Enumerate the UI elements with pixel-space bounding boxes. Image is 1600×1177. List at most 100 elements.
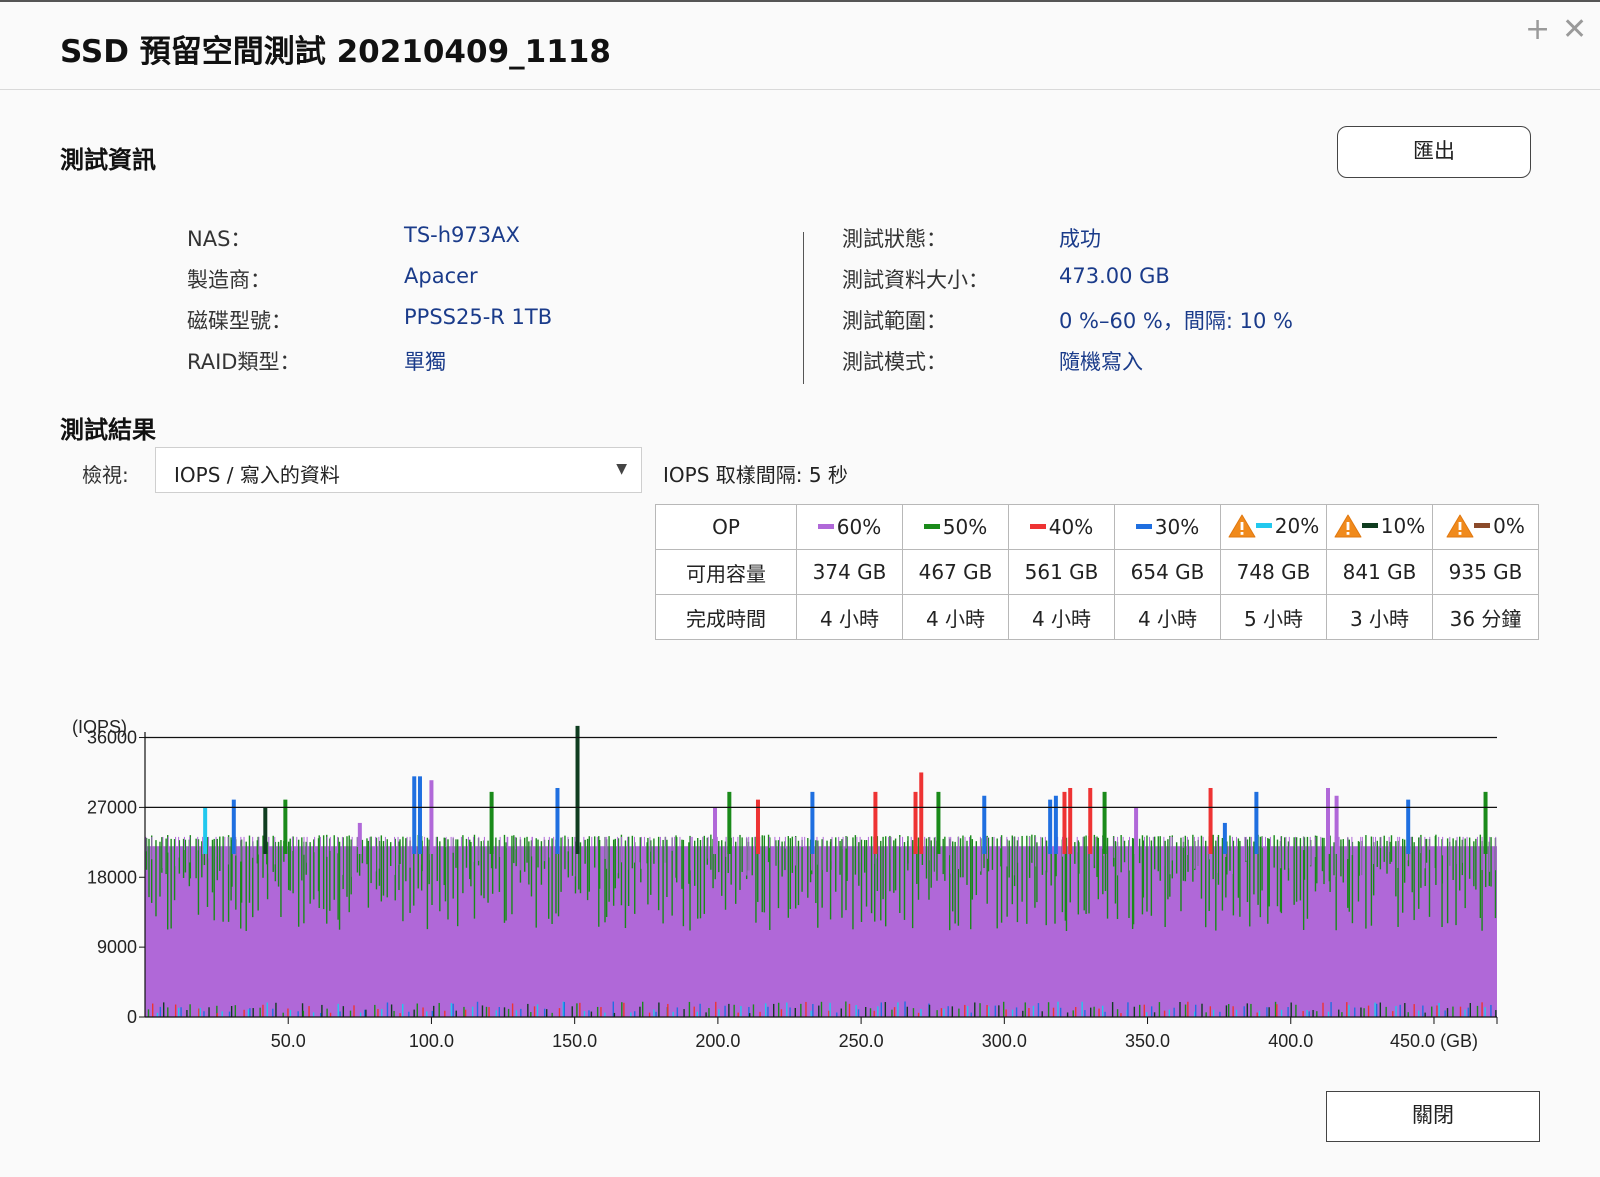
capacity-cell: 467 GB bbox=[902, 549, 1009, 595]
time-cell: 3 小時 bbox=[1326, 594, 1433, 640]
test-results-heading: 測試結果 bbox=[60, 416, 156, 444]
spike-bar bbox=[1053, 795, 1058, 854]
x-tick-label: 150.0 bbox=[552, 1031, 597, 1051]
chevron-down-icon: ▼ bbox=[616, 461, 627, 477]
x-tick-label: 350.0 bbox=[1125, 1031, 1170, 1051]
time-cell: 4 小時 bbox=[902, 594, 1009, 640]
op-summary-table: OP 60% 50% 40% 30% 20% 10% 0% 可用容量 374 G… bbox=[655, 504, 1539, 640]
info-label-data-size: 測試資料大小： bbox=[842, 268, 989, 292]
row-header-time: 完成時間 bbox=[655, 594, 797, 640]
row-header-capacity: 可用容量 bbox=[655, 549, 797, 595]
info-value-mode: 隨機寫入 bbox=[1059, 350, 1143, 374]
spike-bar bbox=[913, 791, 918, 854]
x-tick-label: 100.0 bbox=[409, 1031, 454, 1051]
info-divider bbox=[803, 232, 804, 384]
spike-bar bbox=[1208, 787, 1213, 854]
spike-bar bbox=[417, 776, 422, 854]
legend-swatch bbox=[1135, 524, 1152, 529]
x-tick-label: 300.0 bbox=[982, 1031, 1027, 1051]
warning-icon bbox=[1446, 514, 1474, 538]
y-tick-label: 27000 bbox=[87, 797, 137, 817]
spike-bar bbox=[1062, 791, 1067, 854]
spike-bar bbox=[555, 787, 560, 854]
y-tick-label: 18000 bbox=[87, 867, 137, 887]
spike-bar bbox=[919, 772, 924, 854]
time-cell: 5 小時 bbox=[1220, 594, 1327, 640]
x-tick-label: 400.0 bbox=[1268, 1031, 1313, 1051]
spike-bar bbox=[1222, 822, 1227, 854]
view-select-value: IOPS / 寫入的資料 bbox=[174, 463, 340, 487]
capacity-cell: 374 GB bbox=[796, 549, 903, 595]
spike-bar bbox=[1326, 787, 1330, 854]
spike-bar bbox=[1102, 791, 1107, 854]
info-value-vendor: Apacer bbox=[404, 264, 478, 288]
sample-interval-text: IOPS 取樣間隔: 5 秒 bbox=[663, 463, 848, 487]
view-select[interactable]: IOPS / 寫入的資料 ▼ bbox=[155, 447, 642, 493]
info-value-nas: TS-h973AX bbox=[404, 223, 520, 247]
spike-bar bbox=[203, 807, 208, 854]
x-tick-label: 450.0 (GB) bbox=[1390, 1031, 1478, 1051]
op-col-40: 40% bbox=[1008, 504, 1115, 550]
info-label-vendor: 製造商： bbox=[187, 268, 271, 292]
spike-bar bbox=[489, 791, 494, 854]
warning-icon bbox=[1334, 514, 1362, 538]
row-header-op: OP bbox=[655, 504, 797, 550]
close-icon[interactable]: ✕ bbox=[1562, 12, 1587, 48]
info-value-range: 0 %–60 %，間隔: 10 % bbox=[1059, 309, 1293, 333]
legend-swatch bbox=[1361, 523, 1378, 529]
info-value-status: 成功 bbox=[1059, 227, 1101, 251]
legend-swatch bbox=[1474, 523, 1491, 529]
legend-swatch bbox=[1255, 523, 1272, 529]
info-label-nas: NAS： bbox=[187, 227, 252, 251]
info-label-range: 測試範圍： bbox=[842, 309, 947, 333]
warning-icon bbox=[1228, 514, 1256, 538]
ssd-op-test-dialog: SSD 預留空間測試 20210409_1118 + ✕ 測試資訊 匯出 NAS… bbox=[0, 0, 1600, 1177]
spike-bar bbox=[1088, 787, 1093, 854]
x-tick-label: 250.0 bbox=[839, 1031, 884, 1051]
spike-bar bbox=[713, 807, 718, 854]
add-icon[interactable]: + bbox=[1525, 12, 1550, 48]
table-row: 可用容量 374 GB 467 GB 561 GB 654 GB 748 GB … bbox=[655, 549, 1539, 595]
op-col-10: 10% bbox=[1326, 504, 1433, 550]
info-label-status: 測試狀態： bbox=[842, 227, 947, 251]
spike-bar bbox=[429, 780, 434, 854]
export-button[interactable]: 匯出 bbox=[1337, 126, 1531, 178]
spike-bar bbox=[1254, 791, 1259, 854]
title-bar: SSD 預留空間測試 20210409_1118 + ✕ bbox=[0, 2, 1600, 90]
legend-swatch bbox=[923, 524, 940, 529]
x-tick-label: 50.0 bbox=[271, 1031, 306, 1051]
spike-bar bbox=[873, 791, 878, 854]
y-axis-label: (IOPS) bbox=[72, 717, 127, 737]
capacity-cell: 841 GB bbox=[1326, 549, 1433, 595]
x-tick-label: 200.0 bbox=[695, 1031, 740, 1051]
time-cell: 36 分鐘 bbox=[1432, 594, 1539, 640]
dialog-title: SSD 預留空間測試 20210409_1118 bbox=[60, 34, 611, 70]
spike-bar bbox=[1068, 787, 1073, 854]
time-cell: 4 小時 bbox=[796, 594, 903, 640]
legend-swatch bbox=[1029, 524, 1046, 529]
test-info-heading: 測試資訊 bbox=[60, 146, 156, 174]
view-label: 檢視: bbox=[82, 463, 129, 487]
info-label-model: 磁碟型號： bbox=[187, 309, 292, 333]
info-label-mode: 測試模式： bbox=[842, 350, 947, 374]
spike-bar bbox=[936, 791, 941, 854]
legend-swatch bbox=[817, 524, 834, 529]
spike-bar bbox=[412, 776, 417, 854]
spike-bar bbox=[1334, 795, 1339, 854]
spike-bar bbox=[575, 725, 580, 854]
info-value-data-size: 473.00 GB bbox=[1059, 264, 1170, 288]
info-value-model: PPSS25-R 1TB bbox=[404, 305, 553, 329]
close-button[interactable]: 關閉 bbox=[1326, 1091, 1540, 1142]
capacity-cell: 748 GB bbox=[1220, 549, 1327, 595]
iops-chart: 09000180002700036000(IOPS)50.0 100.0 150.0… bbox=[72, 717, 1498, 1051]
time-cell: 4 小時 bbox=[1008, 594, 1115, 640]
table-row: 完成時間 4 小時 4 小時 4 小時 4 小時 5 小時 3 小時 36 分鐘 bbox=[655, 594, 1539, 640]
info-label-raid: RAID類型： bbox=[187, 350, 301, 374]
spike-bar bbox=[810, 791, 815, 854]
time-cell: 4 小時 bbox=[1114, 594, 1221, 640]
capacity-cell: 561 GB bbox=[1008, 549, 1115, 595]
spike-bar bbox=[727, 791, 732, 854]
spike-bar bbox=[1483, 791, 1488, 854]
spike-bar bbox=[357, 822, 362, 854]
op-col-60: 60% bbox=[796, 504, 903, 550]
